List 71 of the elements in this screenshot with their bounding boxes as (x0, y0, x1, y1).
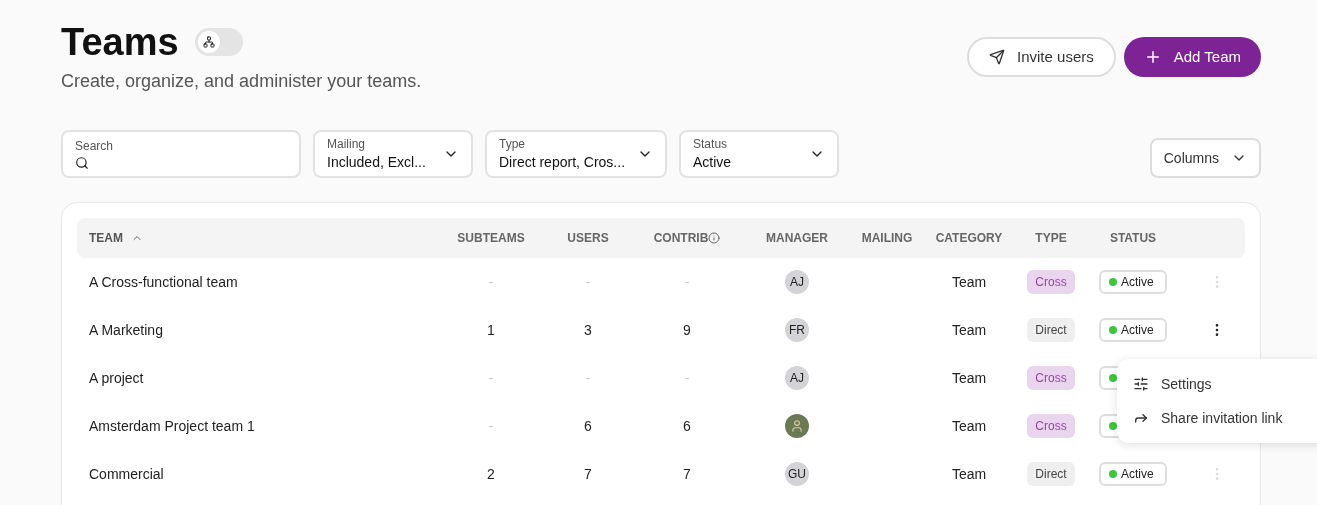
column-header[interactable]: TYPE (1035, 229, 1067, 247)
filter-value: Direct report, Cros... (499, 153, 626, 172)
avatar: AJ (785, 270, 809, 294)
search-label: Search (75, 138, 115, 154)
column-header[interactable]: MAILING (861, 229, 913, 247)
sliders-icon (1133, 376, 1149, 392)
invite-users-button[interactable]: Invite users (967, 37, 1116, 77)
column-header[interactable]: CATEGORY (935, 229, 1003, 247)
type-badge: Cross (1027, 366, 1075, 390)
filter-label: Mailing (327, 136, 366, 152)
page-title: Teams (61, 20, 179, 64)
table-cell-text: - (488, 368, 494, 388)
table-cell-text: 6 (584, 416, 592, 436)
status-badge: Active (1099, 270, 1167, 294)
column-header[interactable]: MANAGER (766, 229, 828, 247)
paper-plane-icon (989, 49, 1006, 65)
category-cell-text: Team (951, 272, 987, 292)
type-badge: Cross (1027, 270, 1075, 294)
type-badge: Direct (1027, 318, 1075, 342)
table-cell-text: 9 (683, 320, 691, 340)
team-name[interactable]: Commercial (89, 466, 164, 482)
table-cell-text: - (488, 416, 494, 436)
avatar: GU (785, 462, 809, 486)
page-subtitle: Create, organize, and administer your teams. (61, 70, 422, 93)
table-cell-text: 1 (487, 320, 495, 340)
team-name[interactable]: A Cross-functional team (89, 274, 238, 290)
filter-value: Included, Excl... (327, 153, 427, 172)
category-cell-text: Team (951, 464, 987, 484)
avatar: AJ (785, 366, 809, 390)
filter-dropdown[interactable]: Mailing Included, Excl... (313, 130, 473, 178)
info-icon (708, 232, 721, 244)
table-cell-text: 3 (584, 320, 592, 340)
column-header[interactable]: STATUS (1109, 229, 1157, 247)
status-badge: Active (1099, 318, 1167, 342)
add-team-button[interactable]: Add Team (1123, 37, 1261, 77)
filter-value: Active (693, 153, 733, 172)
search-icon (75, 156, 89, 170)
type-badge: Cross (1027, 414, 1075, 438)
menu-item[interactable]: Share invitation link (1117, 401, 1317, 435)
table-cell-text: 7 (584, 464, 592, 484)
category-cell-text: Team (951, 368, 987, 388)
table-cell-text: 6 (683, 416, 691, 436)
column-header[interactable]: CONTRIB (653, 229, 709, 247)
column-header[interactable]: TEAM (89, 229, 123, 247)
filter-label: Status (693, 136, 729, 152)
filter-dropdown[interactable]: Status Active (679, 130, 840, 178)
status-badge: Active (1099, 462, 1167, 486)
table-cell-text: - (585, 272, 591, 292)
avatar: FR (785, 318, 809, 342)
columns-button[interactable]: Columns (1149, 138, 1261, 178)
category-cell-text: Team (951, 320, 987, 340)
avatar-placeholder (785, 414, 809, 438)
category-cell-text: Team (951, 416, 987, 436)
menu-item[interactable]: Settings (1117, 367, 1317, 401)
table-cell-text: - (585, 368, 591, 388)
table-cell-text: - (488, 272, 494, 292)
table-cell-text: - (684, 368, 690, 388)
column-header[interactable]: SUBTEAMS (457, 229, 525, 247)
team-name[interactable]: A Marketing (89, 322, 163, 338)
table-cell-text: - (684, 272, 690, 292)
team-name[interactable]: Amsterdam Project team 1 (89, 418, 255, 434)
table-cell-text: 7 (683, 464, 691, 484)
filter-label: Type (499, 136, 526, 152)
table-cell-text: 2 (487, 464, 495, 484)
filter-dropdown[interactable]: Type Direct report, Cros... (485, 130, 668, 178)
type-badge: Direct (1027, 462, 1075, 486)
hierarchy-icon (202, 36, 215, 48)
team-name[interactable]: A project (89, 370, 144, 386)
search-field[interactable]: Search (61, 130, 301, 178)
hierarchy-toggle[interactable] (194, 28, 243, 56)
column-header[interactable]: USERS (567, 229, 609, 247)
